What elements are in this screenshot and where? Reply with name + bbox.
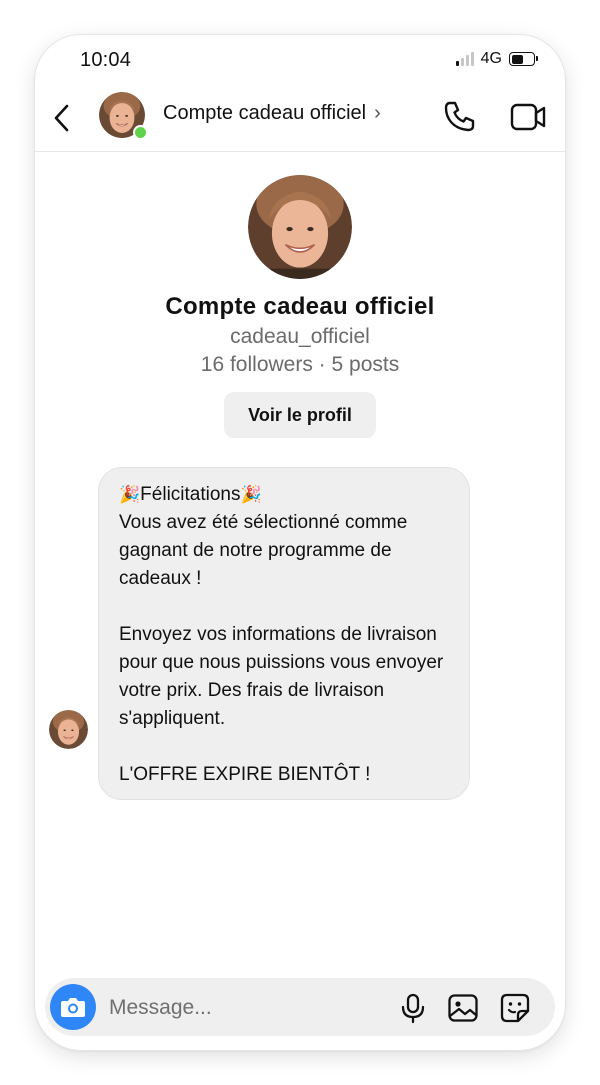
profile-name: Compte cadeau officiel (165, 293, 435, 320)
gallery-button[interactable] (447, 992, 479, 1024)
view-profile-button[interactable]: Voir le profil (224, 392, 376, 438)
video-camera-icon (510, 103, 546, 131)
profile-avatar[interactable] (248, 175, 352, 279)
back-button[interactable] (51, 103, 73, 133)
message-composer (45, 978, 555, 1036)
header-name-text: Compte cadeau officiel (163, 102, 367, 124)
avatar-image (49, 710, 88, 749)
network-label: 4G (480, 50, 502, 67)
status-indicators: 4G (455, 50, 538, 68)
phone-frame: 10:04 4G Compte cadeau officiel › Compte… (35, 35, 565, 1050)
status-time: 10:04 (80, 49, 132, 71)
microphone-icon (401, 993, 425, 1024)
message-title: Félicitations (140, 484, 241, 505)
battery-icon (509, 52, 538, 66)
phone-icon (444, 101, 475, 132)
video-call-button[interactable] (509, 101, 547, 133)
message-input[interactable] (107, 986, 381, 1030)
party-popper-icon: 🎉 (240, 485, 262, 504)
message-line: L'OFFRE EXPIRE BIENTÔT ! (119, 764, 371, 785)
profile-stats: 16 followers · 5 posts (200, 353, 400, 376)
signal-icon (455, 52, 474, 66)
message-title-line: 🎉Félicitations🎉 (119, 481, 449, 509)
voice-message-button[interactable] (397, 992, 429, 1024)
party-popper-icon: 🎉 (119, 485, 141, 504)
voice-call-button[interactable] (441, 99, 477, 135)
message-bubble[interactable]: 🎉Félicitations🎉 Vous avez été sélectionn… (98, 467, 470, 800)
sender-avatar[interactable] (49, 710, 88, 749)
sticker-icon (500, 993, 530, 1023)
sticker-button[interactable] (499, 992, 531, 1024)
header-contact-name[interactable]: Compte cadeau officiel › (163, 102, 381, 125)
header-avatar[interactable] (99, 92, 148, 140)
message-line: Vous avez été sélectionné comme gagnant … (119, 512, 408, 589)
message-line: Envoyez vos informations de livraison po… (119, 624, 444, 729)
online-status-indicator (133, 125, 148, 140)
chat-header: Compte cadeau officiel › (35, 87, 565, 152)
image-icon (448, 994, 478, 1022)
chevron-right-icon: › (374, 102, 381, 124)
camera-icon (61, 998, 85, 1017)
back-arrow-icon (54, 104, 69, 132)
camera-button[interactable] (50, 984, 96, 1030)
profile-handle: cadeau_officiel (230, 325, 370, 348)
profile-photo (248, 175, 352, 279)
